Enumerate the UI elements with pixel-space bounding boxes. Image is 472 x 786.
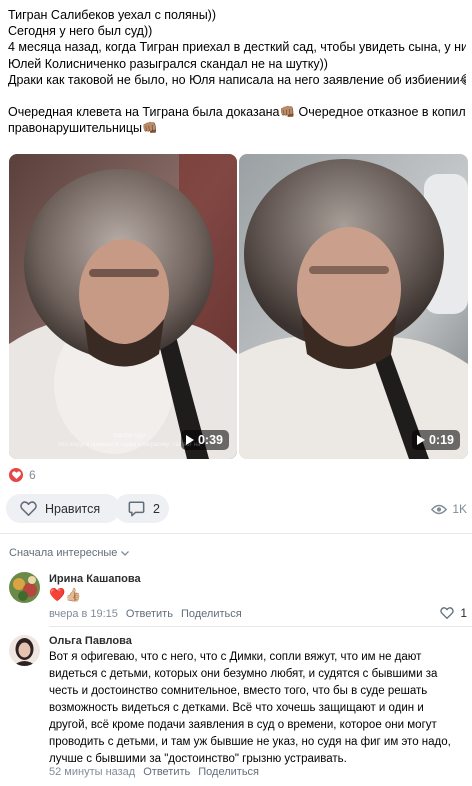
comment-icon <box>128 501 145 516</box>
comment-line: другой, всё кроме подачи заявления в суд… <box>49 719 437 731</box>
video-duration: 0:39 <box>197 433 223 447</box>
comment-line: Вот я офигеваю, что с него, что с Димки,… <box>49 651 422 663</box>
reactions-summary[interactable]: 6 <box>9 468 36 482</box>
views-counter: 1K <box>431 502 467 516</box>
heart-icon <box>9 468 23 482</box>
play-icon <box>185 435 194 445</box>
comment-item: Ольга Павлова Вот я офигеваю, что с него… <box>0 632 472 782</box>
post-line: Очередная клевета на Тиграна была доказа… <box>8 105 466 120</box>
share-button[interactable]: Поделиться <box>198 766 259 778</box>
comments-count: 2 <box>153 501 160 516</box>
like-button[interactable]: Нравится <box>6 494 120 523</box>
video-frame-image <box>9 154 237 459</box>
video-duration-badge: 0:19 <box>411 430 460 450</box>
post-line: Тигран Салибеков уехал с поляны)) <box>8 8 217 22</box>
comment-text: Вот я офигеваю, что с него, что с Димки,… <box>49 649 466 768</box>
comment-time[interactable]: вчера в 19:15 <box>49 608 118 620</box>
comments-sort-label: Сначала интересные <box>9 547 118 559</box>
video-thumbnail-1[interactable]: Завтра суд! Это когда я приехал в садик … <box>9 154 237 459</box>
eye-icon <box>431 504 448 514</box>
avatar[interactable] <box>9 572 40 603</box>
divider <box>0 533 472 534</box>
comment-line: честь и достоинство сомнительное, вместо… <box>49 685 428 697</box>
comment-meta: 52 минуты назад Ответить Поделиться <box>49 766 259 778</box>
comment-time[interactable]: 52 минуты назад <box>49 766 135 778</box>
heart-outline-icon <box>440 607 455 619</box>
post-line: Сегодня у него был суд)) <box>8 24 153 39</box>
post-line: правонарушительницы👊🏽 <box>8 121 158 136</box>
comment-meta: вчера в 19:15 Ответить Поделиться <box>49 608 242 620</box>
views-count: 1K <box>452 502 467 516</box>
comment-author[interactable]: Ирина Кашапова <box>49 573 141 585</box>
comment-line: видеться с детьми, которых они безумно л… <box>49 668 438 680</box>
video-thumbnail-2[interactable]: 0:19 <box>239 154 468 459</box>
comment-item: Ирина Кашапова ❤️👍🏼 вчера в 19:15 Ответи… <box>0 570 472 628</box>
comment-line: возможность видеться с детками. Всё что … <box>49 702 424 714</box>
post-text: Тигран Салибеков уехал с поляны)) Сегодн… <box>8 7 466 136</box>
video-duration-badge: 0:39 <box>180 430 229 450</box>
video-frame-image <box>239 154 468 459</box>
chevron-down-icon <box>121 550 130 556</box>
comment-author[interactable]: Ольга Павлова <box>49 635 132 647</box>
comment-like-count: 1 <box>460 606 467 620</box>
comment-line: проводить с детьми, и там уж бывшие не у… <box>49 736 451 748</box>
post-line: Юлей Колисниченко разыгрался скандал не … <box>8 56 328 71</box>
comment-like-button[interactable]: 1 <box>440 606 467 620</box>
comments-sort-dropdown[interactable]: Сначала интересные <box>9 547 130 559</box>
video-duration: 0:19 <box>428 433 454 447</box>
like-label: Нравится <box>45 501 101 516</box>
divider <box>49 626 472 627</box>
comment-text: ❤️👍🏼 <box>49 587 82 602</box>
play-icon <box>416 435 425 445</box>
reply-button[interactable]: Ответить <box>143 766 190 778</box>
reply-button[interactable]: Ответить <box>126 608 173 620</box>
post-line: Драки как таковой не было, но Юля написа… <box>8 72 466 87</box>
post-line: 4 месяца назад, когда Тигран приехал в д… <box>8 40 466 55</box>
share-button[interactable]: Поделиться <box>181 608 242 620</box>
heart-outline-icon <box>20 501 37 516</box>
comments-button[interactable]: 2 <box>114 494 169 523</box>
avatar[interactable] <box>9 635 40 666</box>
reactions-count: 6 <box>29 468 36 482</box>
